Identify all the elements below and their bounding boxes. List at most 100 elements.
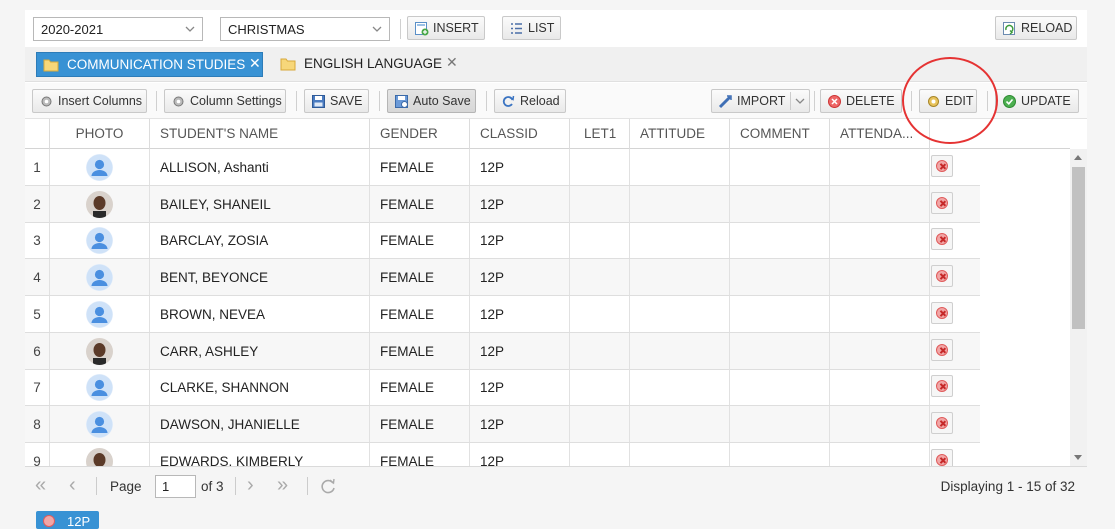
save-button[interactable]: SAVE: [304, 89, 369, 113]
row-number: 2: [25, 185, 50, 222]
delete-row-button[interactable]: [931, 338, 953, 361]
let1-cell[interactable]: [570, 332, 630, 369]
attitude-cell[interactable]: [630, 442, 730, 466]
column-settings-button[interactable]: Column Settings: [164, 89, 286, 113]
comment-cell[interactable]: [730, 222, 830, 259]
prev-page-icon[interactable]: ‹: [69, 475, 89, 496]
delete-row-button[interactable]: [931, 265, 953, 288]
refresh-icon[interactable]: [318, 476, 338, 496]
comment-cell[interactable]: [730, 185, 830, 222]
comment-cell[interactable]: [730, 405, 830, 442]
col-student-name[interactable]: STUDENT'S NAME: [150, 119, 370, 149]
table-row[interactable]: 7 CLARKE, SHANNON FEMALE 12P: [25, 369, 980, 407]
import-button[interactable]: IMPORT: [711, 89, 810, 113]
comment-cell[interactable]: [730, 259, 830, 296]
col-gender[interactable]: GENDER: [370, 119, 470, 149]
insert-button[interactable]: INSERT: [407, 16, 485, 40]
delete-row-button[interactable]: [931, 375, 953, 398]
table-row[interactable]: 4 BENT, BEYONCE FEMALE 12P: [25, 259, 980, 297]
attendance-cell[interactable]: [830, 222, 930, 259]
comment-cell[interactable]: [730, 149, 830, 185]
col-let1[interactable]: LET1: [570, 119, 630, 149]
update-button[interactable]: UPDATE: [995, 89, 1079, 113]
table-row[interactable]: 1 ALLISON, Ashanti FEMALE 12P: [25, 149, 980, 186]
next-page-icon[interactable]: ›: [247, 475, 267, 496]
attitude-cell[interactable]: [630, 405, 730, 442]
table-row[interactable]: 5 BROWN, NEVEA FEMALE 12P: [25, 295, 980, 333]
gender-cell: FEMALE: [370, 332, 470, 369]
delete-button[interactable]: DELETE: [820, 89, 902, 113]
page-number-input[interactable]: 1: [155, 475, 196, 498]
attendance-cell[interactable]: [830, 259, 930, 296]
last-page-icon[interactable]: »: [277, 475, 297, 496]
col-classid[interactable]: CLASSID: [470, 119, 570, 149]
table-row[interactable]: 6 CARR, ASHLEY FEMALE 12P: [25, 332, 980, 370]
scroll-thumb[interactable]: [1072, 167, 1085, 329]
let1-cell[interactable]: [570, 442, 630, 466]
attendance-cell[interactable]: [830, 295, 930, 332]
tab-english-language[interactable]: ENGLISH LANGUAGE ✕: [274, 52, 464, 77]
attitude-cell[interactable]: [630, 332, 730, 369]
remove-icon[interactable]: [43, 515, 55, 527]
col-comment[interactable]: COMMENT: [730, 119, 830, 149]
let1-cell[interactable]: [570, 259, 630, 296]
let1-cell[interactable]: [570, 149, 630, 185]
let1-cell[interactable]: [570, 405, 630, 442]
scroll-up-icon[interactable]: [1074, 155, 1082, 160]
insert-columns-button[interactable]: Insert Columns: [32, 89, 147, 113]
delete-row-button[interactable]: [931, 155, 953, 177]
comment-cell[interactable]: [730, 442, 830, 466]
attitude-cell[interactable]: [630, 259, 730, 296]
year-select[interactable]: 2020-2021: [33, 17, 203, 41]
term-select[interactable]: CHRISTMAS: [220, 17, 390, 41]
attitude-cell[interactable]: [630, 222, 730, 259]
col-attendance[interactable]: ATTENDA...: [830, 119, 930, 149]
table-row[interactable]: 9 EDWARDS, KIMBERLY FEMALE 12P: [25, 442, 980, 466]
attitude-cell[interactable]: [630, 369, 730, 406]
attendance-cell[interactable]: [830, 185, 930, 222]
vertical-scrollbar[interactable]: [1070, 149, 1087, 466]
attitude-cell[interactable]: [630, 185, 730, 222]
scroll-down-icon[interactable]: [1074, 455, 1082, 460]
attendance-cell[interactable]: [830, 149, 930, 185]
class-tag[interactable]: 12P: [36, 511, 99, 529]
attendance-cell[interactable]: [830, 442, 930, 466]
attendance-cell[interactable]: [830, 405, 930, 442]
let1-cell[interactable]: [570, 295, 630, 332]
comment-cell[interactable]: [730, 295, 830, 332]
attendance-cell[interactable]: [830, 369, 930, 406]
first-page-icon[interactable]: «: [35, 475, 55, 496]
delete-row-button[interactable]: [931, 301, 953, 324]
delete-row-button[interactable]: [931, 228, 953, 251]
table-row[interactable]: 3 BARCLAY, ZOSIA FEMALE 12P: [25, 222, 980, 260]
gender-cell: FEMALE: [370, 405, 470, 442]
rownum-header: [25, 119, 50, 149]
let1-cell[interactable]: [570, 222, 630, 259]
col-attitude[interactable]: ATTITUDE: [630, 119, 730, 149]
comment-cell[interactable]: [730, 369, 830, 406]
chevron-down-icon[interactable]: [794, 95, 806, 107]
auto-save-toggle[interactable]: Auto Save: [387, 89, 476, 113]
delete-row-button[interactable]: [931, 191, 953, 214]
folder-icon: [280, 58, 296, 71]
attitude-cell[interactable]: [630, 149, 730, 185]
delete-row-button[interactable]: [931, 448, 953, 466]
close-icon[interactable]: ✕: [446, 54, 458, 71]
attitude-cell[interactable]: [630, 295, 730, 332]
col-photo[interactable]: PHOTO: [50, 119, 150, 149]
gear-icon: [41, 96, 52, 107]
attendance-cell[interactable]: [830, 332, 930, 369]
table-row[interactable]: 2 BAILEY, SHANEIL FEMALE 12P: [25, 185, 980, 223]
list-button[interactable]: LIST: [502, 16, 561, 40]
comment-cell[interactable]: [730, 332, 830, 369]
delete-row-button[interactable]: [931, 411, 953, 434]
gender-cell: FEMALE: [370, 442, 470, 466]
reload-top-button[interactable]: RELOAD: [995, 16, 1077, 40]
close-icon[interactable]: ✕: [249, 55, 261, 72]
edit-button[interactable]: EDIT: [919, 89, 977, 113]
let1-cell[interactable]: [570, 185, 630, 222]
reload-grid-button[interactable]: Reload: [494, 89, 566, 113]
tab-communication-studies[interactable]: COMMUNICATION STUDIES ✕: [36, 52, 263, 77]
table-row[interactable]: 8 DAWSON, JHANIELLE FEMALE 12P: [25, 405, 980, 443]
let1-cell[interactable]: [570, 369, 630, 406]
